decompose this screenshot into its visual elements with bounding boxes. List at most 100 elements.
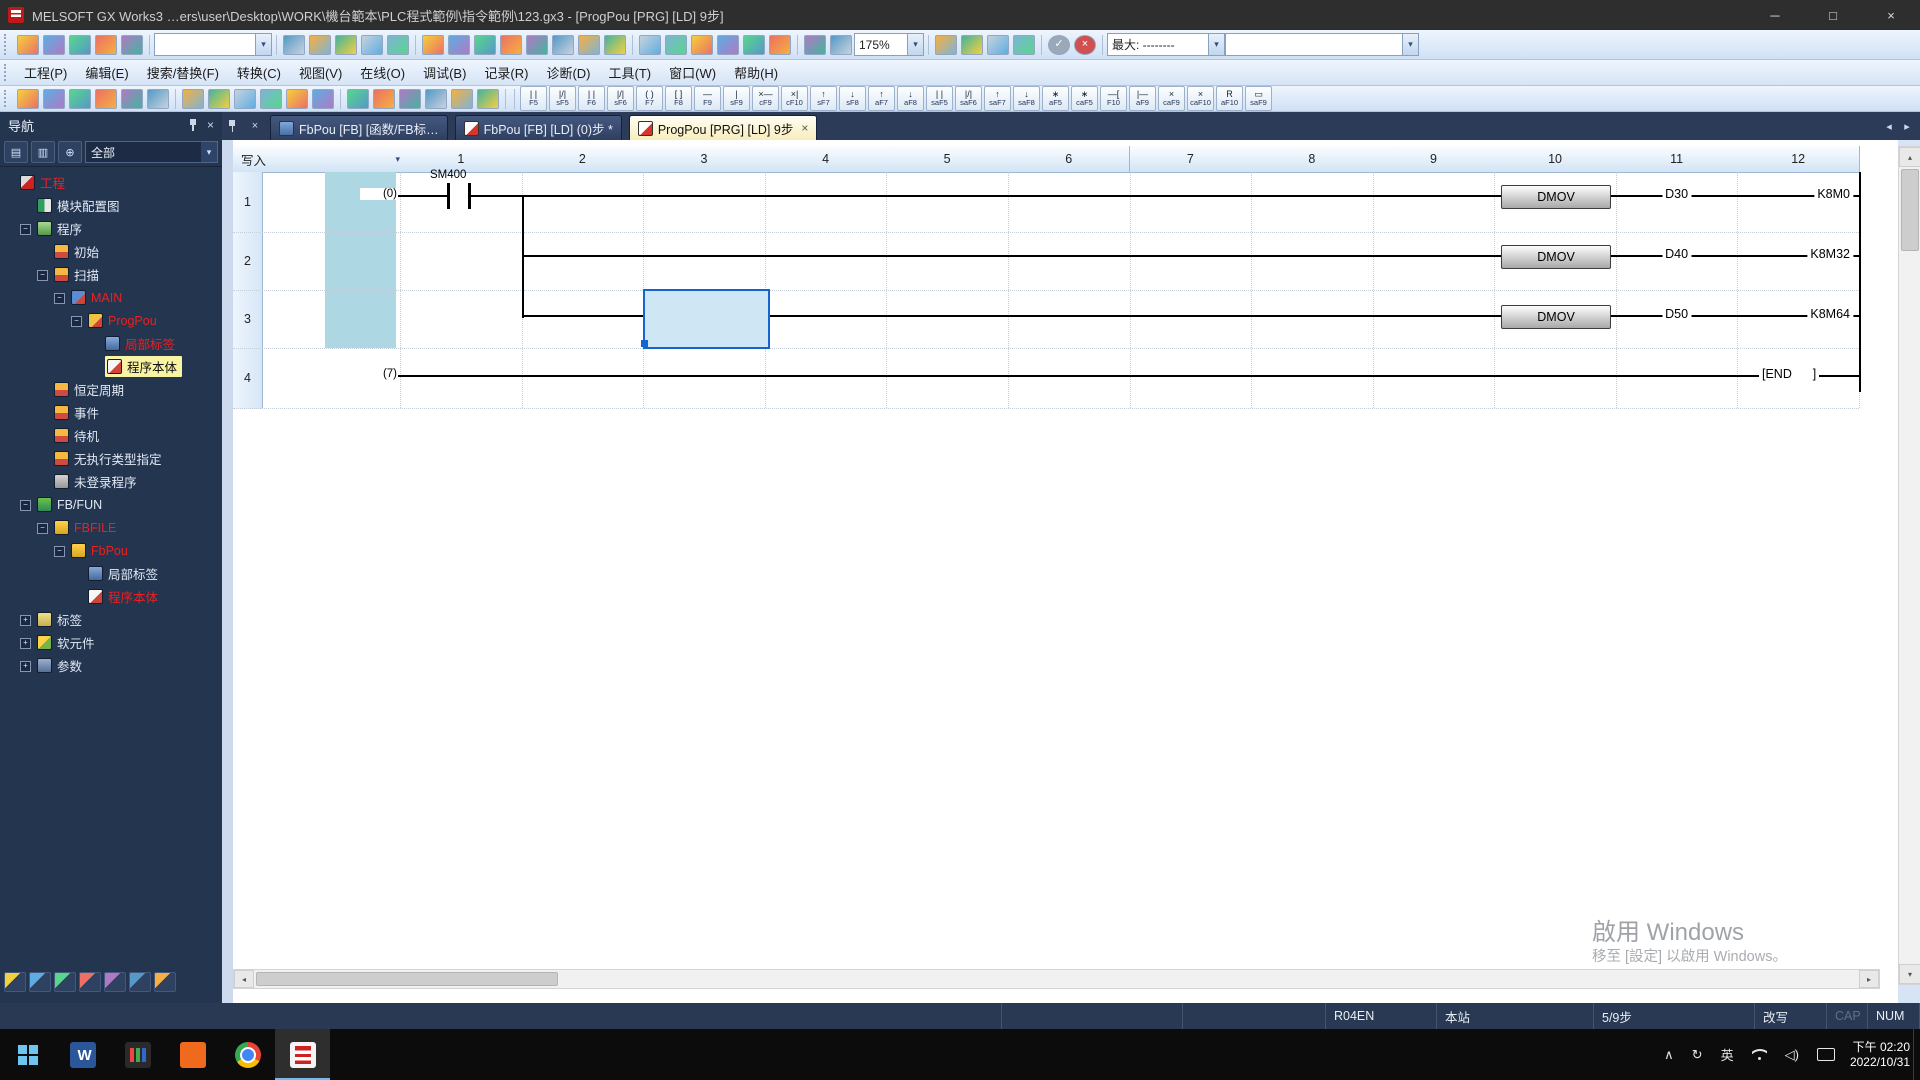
minimize-button[interactable]: ─	[1746, 0, 1804, 30]
start-button[interactable]	[0, 1029, 55, 1080]
tree-item[interactable]: FBFILE	[54, 516, 116, 539]
monitor-mode-icon[interactable]	[69, 88, 91, 109]
falling-pulse-close-branch-icon[interactable]: ↓ saF8	[1013, 86, 1040, 111]
gear-icon[interactable]: ⊕	[58, 141, 82, 163]
row-number[interactable]: 4	[233, 348, 263, 409]
delete-horizontal-line-icon[interactable]: ×— cF9	[752, 86, 779, 111]
tree-filter-dropdown-icon[interactable]: ▾	[201, 142, 217, 162]
instruction-operand-destination[interactable]: K8M64	[1807, 307, 1853, 321]
nav-minitab-5[interactable]	[104, 972, 126, 992]
build-icon[interactable]	[961, 34, 983, 55]
row-number[interactable]: 2	[233, 232, 263, 291]
invert-result-icon[interactable]: ∗ aF5	[1042, 86, 1069, 111]
device-combo[interactable]: ▾	[1225, 33, 1419, 56]
tree-item[interactable]: 参数	[37, 654, 82, 677]
tree-item[interactable]: 程序	[37, 217, 82, 240]
instruction-operand-destination[interactable]: K8M0	[1814, 187, 1853, 201]
note-display-icon[interactable]	[182, 88, 204, 109]
pin-icon[interactable]	[228, 120, 236, 132]
program-check-icon[interactable]	[935, 34, 957, 55]
find-device-icon[interactable]	[286, 88, 308, 109]
tab-close-icon[interactable]: ×	[801, 121, 808, 135]
undo-icon[interactable]	[361, 34, 383, 55]
horizontal-scroll-thumb[interactable]	[256, 972, 558, 986]
tab-scroll-left-icon[interactable]: ◂	[1880, 117, 1898, 135]
convert-error-icon[interactable]: ×	[1074, 34, 1096, 55]
delete-line-icon[interactable]: × caF9	[1158, 86, 1185, 111]
device-combo-dropdown-icon[interactable]: ▾	[1402, 34, 1418, 55]
tree-item[interactable]: 未登录程序	[54, 470, 137, 493]
ladder-read-mode-icon[interactable]	[17, 88, 39, 109]
scroll-left-icon[interactable]: ◂	[234, 970, 254, 988]
open-branch-icon[interactable]: | | F6	[578, 86, 605, 111]
nav-minitab-4[interactable]	[79, 972, 101, 992]
open-project-icon[interactable]	[43, 34, 65, 55]
delete-line-2-icon[interactable]: × caF10	[1187, 86, 1214, 111]
menu-item[interactable]: 帮助(H)	[725, 60, 787, 85]
rising-pulse-icon[interactable]: ↑ sF7	[810, 86, 837, 111]
touch-keyboard-icon[interactable]	[1816, 1048, 1835, 1061]
note-icon[interactable]	[474, 34, 496, 55]
tree-expander-icon[interactable]: −	[54, 293, 65, 304]
tab-1[interactable]: FbPou [FB] [函数/FB标…	[270, 115, 448, 140]
menu-item[interactable]: 搜索/替换(F)	[138, 60, 228, 85]
remote-operation-icon[interactable]	[743, 34, 765, 55]
menu-item[interactable]: 窗口(W)	[660, 60, 725, 85]
tree-expander-icon[interactable]: −	[54, 546, 65, 557]
nav-minitab-1[interactable]	[4, 972, 26, 992]
open-contact-icon[interactable]: | | F5	[520, 86, 547, 111]
delete-vertical-line-icon[interactable]: ×| cF10	[781, 86, 808, 111]
zoom-in-icon[interactable]	[804, 34, 826, 55]
scroll-right-icon[interactable]: ▸	[1859, 970, 1879, 988]
print-preview-icon[interactable]	[121, 34, 143, 55]
close-pane-icon[interactable]: ×	[246, 117, 264, 135]
rule-icon[interactable]: RaF10	[1216, 86, 1243, 111]
application-instruction-icon[interactable]: [ ] F8	[665, 86, 692, 111]
tree-expander-icon[interactable]: +	[20, 661, 31, 672]
closed-contact-icon[interactable]: |/| sF5	[549, 86, 576, 111]
tree-item[interactable]: 无执行类型指定	[54, 447, 162, 470]
taskbar-app-chrome[interactable]	[220, 1029, 275, 1080]
scroll-up-icon[interactable]: ▴	[1899, 147, 1920, 167]
tree-item[interactable]: 局部标签	[105, 332, 175, 355]
rising-pulse-close-branch-icon[interactable]: ↑ saF7	[984, 86, 1011, 111]
instruction-box[interactable]: DMOV	[1501, 305, 1611, 329]
instruction-operand-source[interactable]: D50	[1662, 307, 1692, 321]
display-setting-icon[interactable]	[451, 88, 473, 109]
zoom-combo[interactable]: 175% ▾	[854, 33, 924, 56]
vertical-scrollbar[interactable]: ▴ ▾	[1898, 146, 1920, 985]
tree-item[interactable]: MAIN	[71, 286, 122, 309]
start-monitor-icon[interactable]	[639, 34, 661, 55]
panel-splitter[interactable]	[222, 140, 233, 1003]
comment-edit-icon[interactable]	[373, 88, 395, 109]
row-number[interactable]: 1	[233, 172, 263, 233]
selected-cell[interactable]	[643, 289, 770, 349]
horizontal-scrollbar[interactable]: ◂ ▸	[233, 969, 1880, 989]
maximize-button[interactable]: □	[1804, 0, 1862, 30]
jump-combo[interactable]: ▾	[154, 33, 272, 56]
tree-item[interactable]: 待机	[54, 424, 99, 447]
save-project-icon[interactable]	[69, 34, 91, 55]
tree-expander-icon[interactable]: −	[37, 523, 48, 534]
tree-filter-combo[interactable]: 全部 ▾	[85, 141, 218, 163]
tree-expander-icon[interactable]: +	[20, 638, 31, 649]
ladder-write-mode-icon[interactable]	[43, 88, 65, 109]
tree-item[interactable]: 局部标签	[88, 562, 158, 585]
program-scale-icon[interactable]	[312, 88, 334, 109]
tab-scroll-right-icon[interactable]: ▸	[1898, 117, 1916, 135]
falling-pulse-icon[interactable]: ↓ sF8	[839, 86, 866, 111]
vertical-line-icon[interactable]: | sF9	[723, 86, 750, 111]
copy-icon[interactable]	[309, 34, 331, 55]
menu-item[interactable]: 记录(R)	[475, 60, 537, 85]
tree-expander-icon[interactable]: −	[37, 270, 48, 281]
device-test-icon[interactable]	[691, 34, 713, 55]
menu-item[interactable]: 调试(B)	[414, 60, 475, 85]
jump-combo-dropdown-icon[interactable]: ▾	[255, 34, 271, 55]
paste-icon[interactable]	[335, 34, 357, 55]
device-comment-icon[interactable]	[422, 34, 444, 55]
statement-display-icon[interactable]	[147, 88, 169, 109]
coil-icon[interactable]: ( ) F7	[636, 86, 663, 111]
nav-minitab-7[interactable]	[154, 972, 176, 992]
instruction-operand-source[interactable]: D40	[1662, 247, 1692, 261]
horizontal-line-icon[interactable]: — F9	[694, 86, 721, 111]
